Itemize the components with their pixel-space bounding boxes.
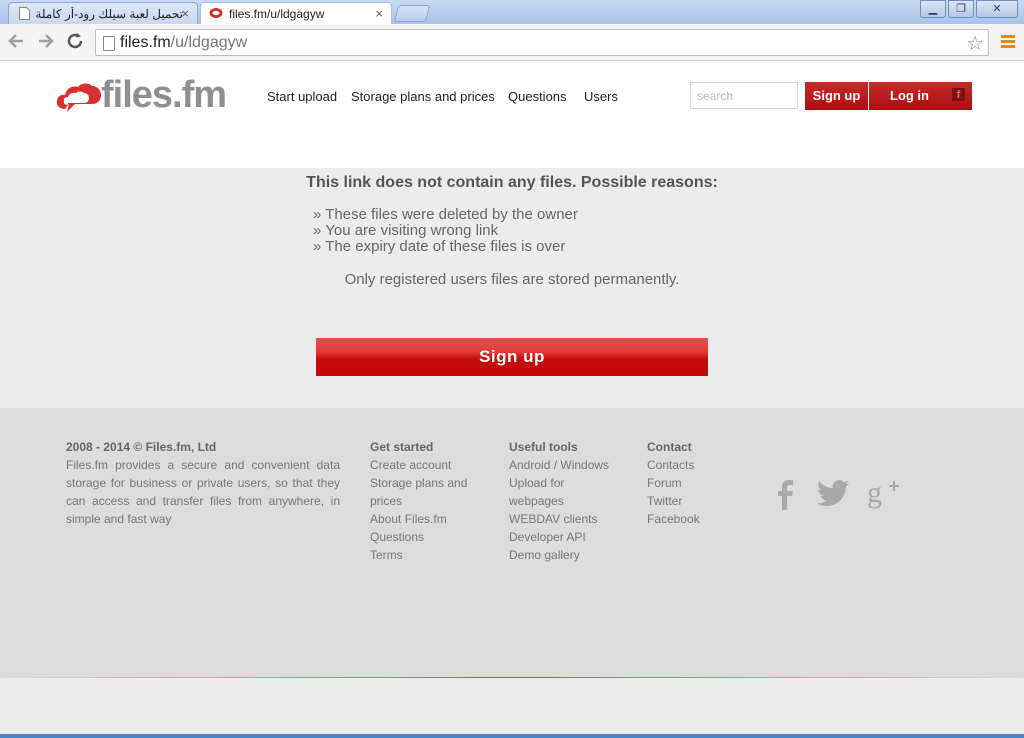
- browser-tabstrip: تحميل لعبة سيلك رود-أر كاملة × files.fm/…: [0, 0, 1024, 24]
- footer-link[interactable]: Developer API: [509, 528, 617, 546]
- restore-button[interactable]: ❐: [948, 0, 974, 18]
- nav-start-upload[interactable]: Start upload: [267, 89, 337, 104]
- url-text[interactable]: files.fm/u/ldgagyw: [120, 34, 247, 52]
- signup-cta-button[interactable]: Sign up: [316, 338, 708, 376]
- logo-text[interactable]: files.fm: [101, 74, 227, 117]
- browser-tab-2[interactable]: files.fm/u/ldgagyw ×: [200, 2, 392, 24]
- footer-col-title: Contact: [647, 440, 692, 454]
- footer-link[interactable]: Android / Windows: [509, 456, 617, 474]
- footer-col-get-started: Get started Create account Storage plans…: [370, 438, 480, 564]
- forward-arrow-icon[interactable]: [35, 30, 57, 52]
- footer-col-contact: Contact Contacts Forum Twitter Facebook: [647, 438, 737, 528]
- nav-questions[interactable]: Questions: [508, 89, 567, 104]
- window-controls: ▁ ❐ ✕: [918, 0, 1018, 18]
- address-bar[interactable]: files.fm/u/ldgagyw ☆: [95, 29, 989, 56]
- main-content: This link does not contain any files. Po…: [0, 168, 1024, 408]
- page-icon: [103, 36, 115, 51]
- login-label: Log in: [890, 88, 929, 103]
- signup-button[interactable]: Sign up: [805, 82, 868, 110]
- copyright: 2008 - 2014 © Files.fm, Ltd: [66, 440, 217, 454]
- footer-link[interactable]: Forum: [647, 474, 737, 492]
- reasons-list: » These files were deleted by the owner …: [313, 207, 578, 255]
- footer-col-title: Useful tools: [509, 440, 578, 454]
- browser-tab-1[interactable]: تحميل لعبة سيلك رود-أر كاملة ×: [8, 2, 198, 24]
- footer-link[interactable]: About Files.fm: [370, 510, 480, 528]
- taskbar-edge: [0, 734, 1024, 738]
- browser-toolbar: files.fm/u/ldgagyw ☆: [0, 24, 1024, 61]
- new-tab-button[interactable]: [393, 5, 431, 22]
- svg-text:g: g: [867, 476, 882, 509]
- page-icon: [19, 7, 30, 20]
- page-title: This link does not contain any files. Po…: [306, 174, 718, 191]
- minimize-button[interactable]: ▁: [920, 0, 946, 18]
- registered-note: Only registered users files are stored p…: [344, 271, 680, 288]
- star-icon[interactable]: ☆: [966, 31, 984, 56]
- close-window-button[interactable]: ✕: [976, 0, 1018, 18]
- menu-icon[interactable]: [1001, 35, 1015, 50]
- footer: 2008 - 2014 © Files.fm, Ltd Files.fm pro…: [0, 408, 1024, 678]
- footer-link[interactable]: WEBDAV clients: [509, 510, 617, 528]
- tab-close-button[interactable]: ×: [181, 6, 189, 21]
- reload-icon[interactable]: [64, 30, 86, 52]
- footer-col-title: Get started: [370, 440, 434, 454]
- footer-link[interactable]: Questions: [370, 528, 480, 546]
- tab-close-button[interactable]: ×: [375, 6, 383, 21]
- nav-users[interactable]: Users: [584, 89, 618, 104]
- footer-col-useful-tools: Useful tools Android / Windows Upload fo…: [509, 438, 617, 564]
- footer-link[interactable]: Facebook: [647, 510, 737, 528]
- reason-item: » These files were deleted by the owner: [313, 206, 578, 223]
- footer-link[interactable]: Contacts: [647, 456, 737, 474]
- footer-about: 2008 - 2014 © Files.fm, Ltd Files.fm pro…: [66, 438, 340, 528]
- footer-link[interactable]: Twitter: [647, 492, 737, 510]
- tab-title: تحميل لعبة سيلك رود-أر كاملة: [35, 7, 183, 21]
- reason-item: » You are visiting wrong link: [313, 222, 499, 239]
- twitter-icon[interactable]: [816, 480, 850, 513]
- site-header: files.fm Start upload Storage plans and …: [0, 61, 1024, 168]
- about-text: Files.fm provides a secure and convenien…: [66, 458, 340, 526]
- footer-link[interactable]: Storage plans and prices: [370, 474, 480, 510]
- bottom-strip: [0, 678, 1024, 734]
- files-fm-favicon-icon: [209, 8, 223, 18]
- facebook-icon[interactable]: f: [952, 88, 965, 101]
- footer-link[interactable]: Demo gallery: [509, 546, 617, 564]
- back-arrow-icon[interactable]: [5, 30, 27, 52]
- footer-link[interactable]: Terms: [370, 546, 480, 564]
- files-fm-logo-icon[interactable]: [55, 79, 103, 119]
- reason-item: » The expiry date of these files is over: [313, 238, 566, 255]
- facebook-icon[interactable]: [774, 478, 796, 515]
- googleplus-icon[interactable]: g: [866, 476, 902, 515]
- tab-title: files.fm/u/ldgagyw: [229, 7, 325, 21]
- footer-link[interactable]: Upload for webpages: [509, 474, 579, 510]
- search-input[interactable]: [690, 82, 798, 109]
- footer-link[interactable]: Create account: [370, 456, 480, 474]
- nav-storage-plans[interactable]: Storage plans and prices: [351, 89, 495, 104]
